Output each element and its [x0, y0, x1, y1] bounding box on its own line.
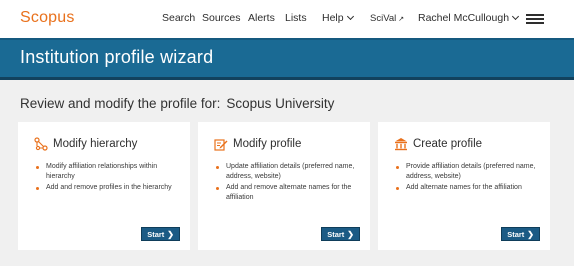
list-item: Add alternate names for the affiliation — [396, 183, 538, 193]
page-banner: Institution profile wizard — [0, 38, 574, 80]
nav-search-link[interactable]: Search — [162, 12, 195, 24]
nav-sources-link[interactable]: Sources — [202, 12, 241, 24]
hierarchy-icon — [34, 137, 48, 151]
modify-profile-card: Modify profile Update affiliation detail… — [198, 122, 370, 250]
list-item: Modify affiliation relationships within … — [36, 162, 178, 182]
modify-hierarchy-card: Modify hierarchy Modify affiliation rela… — [18, 122, 190, 250]
chevron-right-icon: ❯ — [347, 229, 354, 239]
nav-help-menu[interactable]: Help — [322, 12, 354, 24]
page-title: Institution profile wizard — [20, 47, 214, 67]
card-title: Create profile — [413, 138, 483, 150]
user-name: Rachel McCullough — [418, 12, 510, 24]
start-button-label: Start — [147, 229, 165, 239]
nav-scival-label: SciVal — [370, 13, 397, 24]
institution-name: Scopus University — [226, 96, 335, 111]
card-bullet-list: Modify affiliation relationships within … — [36, 162, 178, 194]
list-item: Add and remove profiles in the hierarchy — [36, 183, 178, 193]
scopus-logo[interactable]: Scopus — [20, 9, 75, 27]
start-modify-hierarchy-button[interactable]: Start ❯ — [141, 227, 180, 241]
review-heading: Review and modify the profile for: Scopus… — [20, 96, 334, 111]
start-button-label: Start — [327, 229, 345, 239]
nav-help-label: Help — [322, 12, 344, 24]
top-navigation-bar: Scopus Search Sources Alerts Lists Help … — [0, 0, 574, 38]
chevron-right-icon: ❯ — [167, 229, 174, 239]
card-title: Modify hierarchy — [53, 138, 138, 150]
card-bullet-list: Update affiliation details (preferred na… — [216, 162, 358, 204]
card-title: Modify profile — [233, 138, 302, 150]
start-button-label: Start — [507, 229, 525, 239]
edit-profile-icon — [214, 137, 228, 151]
main-content: Review and modify the profile for: Scopus… — [0, 80, 574, 266]
external-link-icon: ↗ — [398, 16, 405, 23]
user-menu[interactable]: Rachel McCullough — [418, 12, 520, 24]
list-item: Provide affiliation details (preferred n… — [396, 162, 538, 182]
chevron-right-icon: ❯ — [527, 229, 534, 239]
create-profile-card: Create profile Provide affiliation detai… — [378, 122, 550, 250]
institution-icon — [394, 137, 408, 151]
nav-scival-link[interactable]: SciVal ↗ — [370, 13, 404, 24]
chevron-down-icon — [346, 12, 354, 21]
list-item: Add and remove alternate names for the a… — [216, 183, 358, 203]
chevron-down-icon — [512, 12, 520, 21]
start-create-profile-button[interactable]: Start ❯ — [501, 227, 540, 241]
hamburger-menu-icon[interactable] — [526, 14, 544, 24]
list-item: Update affiliation details (preferred na… — [216, 162, 358, 182]
review-prefix: Review and modify the profile for: — [20, 96, 221, 111]
nav-alerts-link[interactable]: Alerts — [248, 12, 275, 24]
nav-lists-link[interactable]: Lists — [285, 12, 307, 24]
start-modify-profile-button[interactable]: Start ❯ — [321, 227, 360, 241]
card-bullet-list: Provide affiliation details (preferred n… — [396, 162, 538, 194]
